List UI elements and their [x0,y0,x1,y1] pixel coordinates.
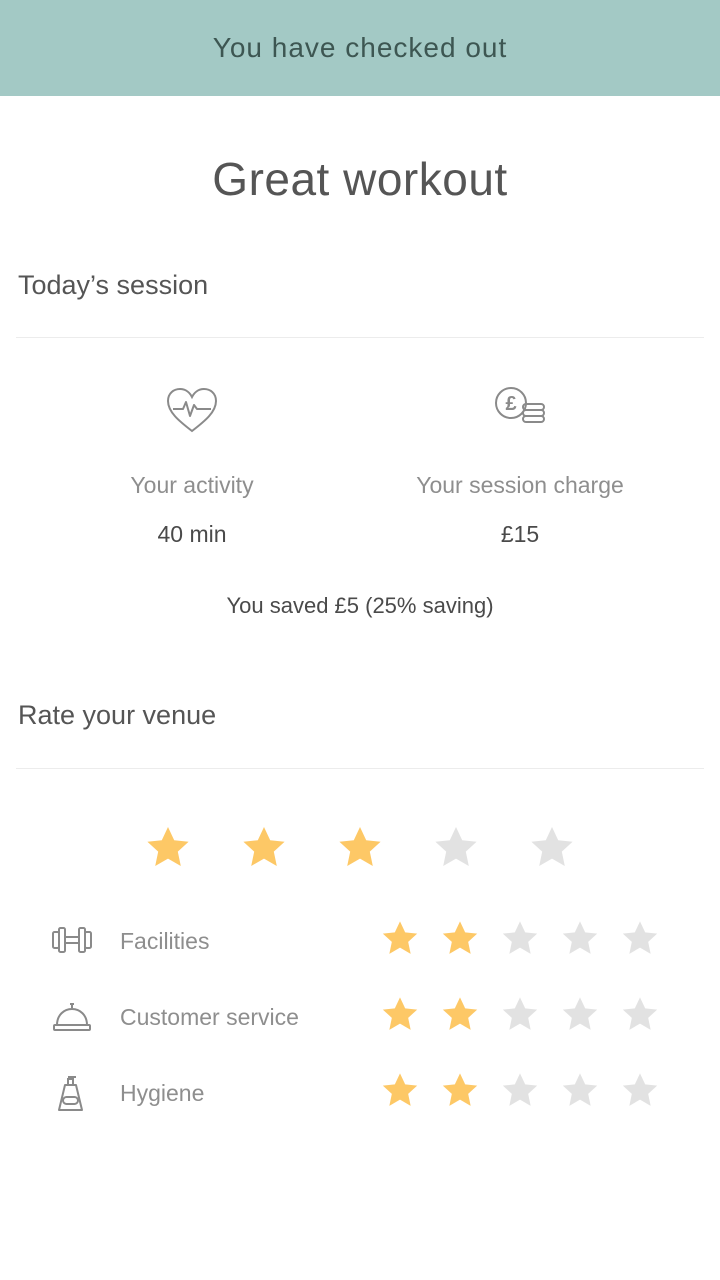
category-label: Customer service [120,1004,299,1030]
category-star-5-icon[interactable] [620,918,660,958]
category-star-5-icon[interactable] [620,1070,660,1110]
hygiene-stars [380,1070,660,1110]
overall-rating [0,823,720,871]
category-label: Facilities [120,928,210,954]
category-star-2-icon[interactable] [440,918,480,958]
category-star-4-icon[interactable] [560,1070,600,1110]
rating-divider [16,768,704,769]
activity-stat: Your activity 40 min [42,386,342,548]
rating-heading: Rate your venue [18,700,217,730]
category-star-1-icon[interactable] [380,1070,420,1110]
category-star-2-icon[interactable] [440,1070,480,1110]
dumbbell-icon [52,927,92,953]
svg-text:£: £ [505,393,516,415]
category-row-facilities: Facilities [0,918,720,968]
category-label: Hygiene [120,1080,205,1106]
overall-star-5-icon[interactable] [528,823,576,871]
category-star-3-icon[interactable] [500,1070,540,1110]
heartbeat-icon [166,387,218,433]
banner-text: You have checked out [212,32,508,63]
overall-star-4-icon[interactable] [432,823,480,871]
soap-dispenser-icon [58,1076,83,1111]
customer-service-stars [380,994,660,1034]
charge-value: £15 [500,521,540,547]
session-heading: Today’s session [18,270,209,300]
category-row-hygiene: Hygiene [0,1070,720,1120]
category-star-3-icon[interactable] [500,994,540,1034]
category-star-1-icon[interactable] [380,918,420,958]
page-title: Great workout [212,153,508,205]
pound-coins-icon: £ [495,387,545,423]
category-row-customer-service: Customer service [0,994,720,1044]
activity-value: 40 min [157,521,227,547]
category-star-4-icon[interactable] [560,994,600,1034]
activity-label: Your activity [130,472,254,498]
charge-label: Your session charge [416,472,624,498]
charge-stat: £ Your session charge £15 [370,386,670,548]
session-divider [16,337,704,338]
category-star-4-icon[interactable] [560,918,600,958]
facilities-stars [380,918,660,958]
category-star-5-icon[interactable] [620,994,660,1034]
checkout-banner: You have checked out [0,0,720,96]
service-bell-icon [53,1003,91,1031]
overall-star-3-icon[interactable] [336,823,384,871]
saving-text: You saved £5 (25% saving) [226,593,494,618]
overall-star-1-icon[interactable] [144,823,192,871]
category-star-2-icon[interactable] [440,994,480,1034]
category-star-1-icon[interactable] [380,994,420,1034]
category-star-3-icon[interactable] [500,918,540,958]
overall-star-2-icon[interactable] [240,823,288,871]
